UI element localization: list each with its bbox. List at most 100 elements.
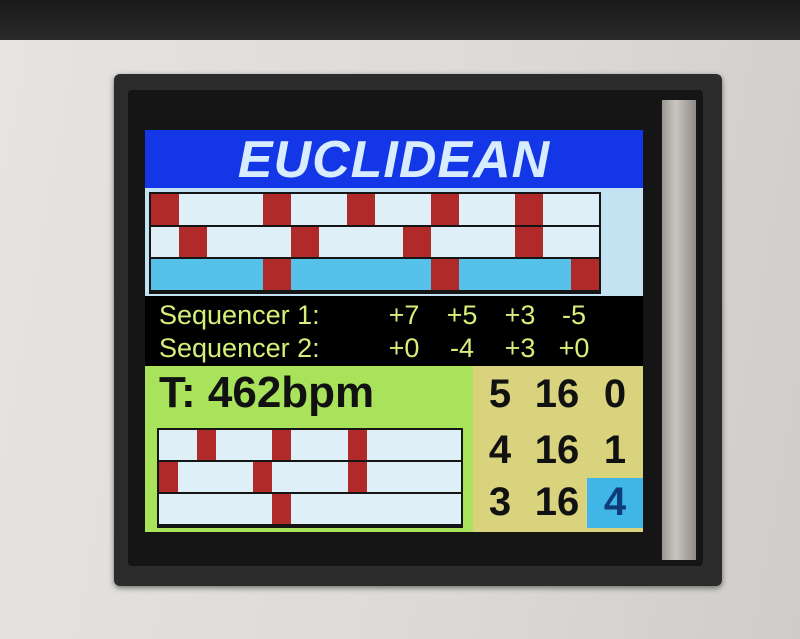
hit-step (196, 430, 216, 460)
sequencer-offset-value: +5 (446, 300, 478, 330)
sequencer-offset-value: -5 (561, 300, 586, 330)
rest-step (179, 259, 207, 290)
hit-step (151, 194, 179, 225)
rotation-value: 1 (603, 428, 627, 472)
main-pattern-panel (145, 188, 643, 296)
sequencer-offset-value: +3 (504, 333, 536, 363)
tempo-panel: T: 462bpm (145, 366, 473, 532)
rest-step (234, 430, 254, 460)
rest-step (431, 226, 459, 258)
hit-step (347, 430, 367, 460)
rest-step (291, 259, 319, 290)
rest-step (310, 430, 329, 460)
rest-step (459, 259, 487, 290)
rest-step (442, 430, 461, 460)
rest-step (385, 430, 405, 460)
rest-step (347, 259, 375, 290)
rest-step (543, 194, 571, 225)
rest-step (159, 494, 178, 524)
rest-step (151, 259, 179, 290)
rest-step (328, 462, 348, 492)
rest-step (319, 194, 347, 225)
rest-step (177, 494, 197, 524)
rest-step (177, 462, 197, 492)
hit-step (272, 430, 292, 460)
display-side-strip (662, 100, 696, 560)
rest-step (263, 226, 291, 258)
rest-step (215, 430, 235, 460)
hit-step (347, 462, 367, 492)
rest-step (319, 259, 347, 290)
rest-step (234, 462, 254, 492)
tempo-readout: T: 462bpm (159, 368, 375, 417)
rest-step (385, 494, 405, 524)
rest-step (196, 462, 216, 492)
rest-step (207, 226, 235, 258)
rest-step (291, 462, 310, 492)
hits-value: 5 (488, 372, 512, 416)
secondary-pattern-row (159, 494, 461, 524)
rest-step (487, 259, 515, 290)
sequencer-line: Sequencer 2: +0 -4 +3 +0 (159, 333, 639, 363)
rest-step (404, 430, 424, 460)
rest-step (291, 194, 319, 225)
rest-step (253, 430, 273, 460)
hit-step (515, 226, 543, 258)
rest-step (404, 462, 424, 492)
rest-step (403, 259, 431, 290)
rest-step (310, 462, 329, 492)
hit-step (403, 226, 431, 258)
secondary-grid (157, 428, 463, 528)
rest-step (459, 194, 487, 225)
rest-step (366, 430, 386, 460)
hit-step (515, 194, 543, 225)
rest-step (404, 494, 424, 524)
rest-step (423, 430, 443, 460)
rest-step (571, 194, 599, 225)
main-pattern-row (151, 259, 599, 290)
hits-value: 4 (488, 428, 512, 472)
steps-value: 16 (534, 372, 580, 416)
rest-step (487, 226, 515, 258)
rest-step (375, 259, 403, 290)
rest-step (423, 462, 443, 492)
title-bar: EUCLIDEAN (145, 130, 643, 188)
rest-step (235, 194, 263, 225)
main-grid (149, 192, 601, 294)
hit-step (431, 259, 459, 290)
rest-step (207, 259, 235, 290)
rest-step (328, 494, 348, 524)
rest-step (347, 494, 367, 524)
hit-step (263, 259, 291, 290)
main-pattern-row (151, 194, 599, 225)
rest-step (235, 226, 263, 258)
secondary-pattern-row (159, 462, 461, 492)
rest-step (234, 494, 254, 524)
hit-step (571, 259, 599, 290)
secondary-pattern-row (159, 430, 461, 460)
rest-step (366, 494, 386, 524)
rest-step (272, 462, 292, 492)
rest-step (151, 226, 179, 258)
rest-step (328, 430, 348, 460)
sequencer-offset-value: +3 (504, 300, 536, 330)
rotation-value: 0 (603, 372, 627, 416)
hit-step (431, 194, 459, 225)
rest-step (207, 194, 235, 225)
rest-step (366, 462, 386, 492)
sequencer-label: Sequencer 2: (159, 333, 320, 363)
sequencer-offset-value: -4 (449, 333, 474, 363)
rest-step (543, 226, 571, 258)
rest-step (253, 494, 273, 524)
rest-step (291, 494, 310, 524)
hit-step (159, 462, 178, 492)
rest-step (543, 259, 571, 290)
rest-step (291, 430, 310, 460)
rest-step (459, 226, 487, 258)
hit-step (263, 194, 291, 225)
rest-step (319, 226, 347, 258)
rest-step (215, 494, 235, 524)
device-top-band (0, 0, 800, 40)
rest-step (347, 226, 375, 258)
rest-step (235, 259, 263, 290)
